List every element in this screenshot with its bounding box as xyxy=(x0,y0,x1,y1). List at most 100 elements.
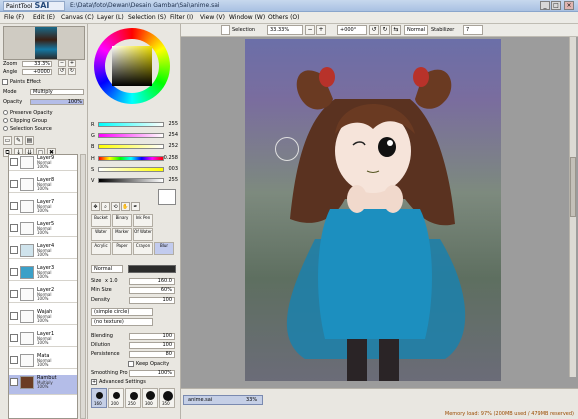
menu-view[interactable]: View (V) xyxy=(200,14,225,21)
eyedropper-icon[interactable]: ✒ xyxy=(131,202,140,211)
size-preset[interactable]: 350 xyxy=(159,388,175,408)
zoom-out-icon[interactable]: − xyxy=(305,25,315,35)
new-layer-icon[interactable]: ▭ xyxy=(3,136,12,145)
canvas-area[interactable] xyxy=(181,37,578,388)
canvas-vertical-scrollbar[interactable] xyxy=(569,37,576,377)
layer-item[interactable]: Layer7 Normal 100% xyxy=(9,199,77,215)
density-slider[interactable]: 100 xyxy=(129,297,175,304)
layer-mode-select[interactable]: Multiply xyxy=(30,89,84,95)
brush-paper[interactable]: Paper xyxy=(112,242,132,255)
move-icon[interactable]: ✥ xyxy=(91,202,100,211)
mode-select[interactable]: Normal xyxy=(404,25,428,35)
layer-opacity-slider[interactable]: 100% xyxy=(30,99,84,105)
color-wheel[interactable] xyxy=(94,28,170,104)
brush-texture-select[interactable]: (no texture) xyxy=(91,318,153,326)
eye-icon[interactable] xyxy=(10,202,18,210)
menu-edit[interactable]: Edit (E) xyxy=(33,14,55,21)
size-slider[interactable]: 160.0 xyxy=(129,278,175,285)
r-slider[interactable] xyxy=(98,122,164,127)
drawing-canvas[interactable] xyxy=(245,39,501,381)
layer-item[interactable]: Wajah Normal 100% xyxy=(9,309,77,325)
layer-item[interactable]: Layer2 Normal 100% xyxy=(9,287,77,303)
angle-right-icon[interactable]: ↻ xyxy=(68,68,76,75)
brush-ink-pen[interactable]: Ink Pen xyxy=(133,214,153,227)
layer-item[interactable]: Layer5 Normal 100% xyxy=(9,221,77,237)
eye-icon[interactable] xyxy=(10,378,18,386)
eye-icon[interactable] xyxy=(10,312,18,320)
smoothing-slider[interactable]: 100% xyxy=(129,370,175,377)
color-square[interactable] xyxy=(112,46,152,86)
new-folder-icon[interactable]: ▤ xyxy=(25,136,34,145)
menu-others[interactable]: Others (O) xyxy=(268,14,299,21)
close-button[interactable]: × xyxy=(564,1,574,10)
paints-effect-toggle[interactable] xyxy=(2,79,8,85)
layer-item[interactable]: Layer9 Normal 100% xyxy=(9,155,77,171)
rotate-select[interactable]: +000° xyxy=(337,25,367,35)
layer-item[interactable]: Layer8 Normal 100% xyxy=(9,177,77,193)
menu-selection[interactable]: Selection (S) xyxy=(128,14,166,21)
layer-item[interactable]: Mata Normal 100% xyxy=(9,353,77,369)
b-slider[interactable] xyxy=(98,144,164,149)
h-slider[interactable] xyxy=(98,156,164,161)
s-slider[interactable] xyxy=(98,167,164,172)
g-slider[interactable] xyxy=(98,133,164,138)
angle-left-icon[interactable]: ↺ xyxy=(58,68,66,75)
eye-icon[interactable] xyxy=(10,224,18,232)
zoom-icon[interactable]: ⌕ xyxy=(101,202,110,211)
stabilizer-select[interactable]: 7 xyxy=(463,25,483,35)
zoom-slider[interactable]: 33.3% xyxy=(22,61,52,67)
menu-window[interactable]: Window (W) xyxy=(229,14,265,21)
menu-layer[interactable]: Layer (L) xyxy=(97,14,124,21)
advanced-settings-toggle[interactable]: + xyxy=(91,379,97,385)
eye-icon[interactable] xyxy=(10,180,18,188)
size-preset[interactable]: 300 xyxy=(142,388,158,408)
eye-icon[interactable] xyxy=(10,334,18,342)
size-multiplier[interactable]: x 1.0 xyxy=(105,278,118,284)
rotate-right-icon[interactable]: ↻ xyxy=(380,25,390,35)
rotate-icon[interactable]: ⟲ xyxy=(111,202,120,211)
brush-marker[interactable]: Marker xyxy=(112,228,132,241)
brush-of-water[interactable]: Of Water xyxy=(133,228,153,241)
preserve-opacity-radio[interactable] xyxy=(3,110,8,115)
angle-slider[interactable]: +0000 xyxy=(22,69,52,75)
hand-icon[interactable]: ✋ xyxy=(121,202,130,211)
clipping-group-radio[interactable] xyxy=(3,118,8,123)
eye-icon[interactable] xyxy=(10,268,18,276)
keep-opacity-checkbox[interactable] xyxy=(128,361,134,367)
selection-checkbox[interactable] xyxy=(221,25,230,35)
size-preset[interactable]: 200 xyxy=(108,388,124,408)
brush-binary[interactable]: Binary xyxy=(112,214,132,227)
min-size-slider[interactable]: 60% xyxy=(129,287,175,294)
layer-item-selected[interactable]: Rambut Multiply 100% xyxy=(9,375,77,395)
menu-file[interactable]: File (F) xyxy=(4,14,24,21)
minimize-button[interactable]: _ xyxy=(540,1,550,10)
brush-water[interactable]: Water xyxy=(91,228,111,241)
rotate-left-icon[interactable]: ↺ xyxy=(369,25,379,35)
zoom-minus-icon[interactable]: − xyxy=(58,60,66,67)
menu-filter[interactable]: Filter (I) xyxy=(170,14,193,21)
navigator-thumbnail[interactable] xyxy=(3,26,85,60)
persistence-slider[interactable]: 80 xyxy=(129,351,175,358)
v-slider[interactable] xyxy=(98,178,164,183)
flip-icon[interactable]: ⇆ xyxy=(391,25,401,35)
brush-bucket[interactable]: Bucket xyxy=(91,214,111,227)
zoom-select[interactable]: 33.33% xyxy=(267,25,303,35)
menu-canvas[interactable]: Canvas (C) xyxy=(61,14,94,21)
eye-icon[interactable] xyxy=(10,246,18,254)
document-tab[interactable]: anime.sai 33% xyxy=(183,395,263,405)
eye-icon[interactable] xyxy=(10,290,18,298)
brush-blur[interactable]: Blur xyxy=(154,242,174,255)
layer-item[interactable]: Layer4 Normal 100% xyxy=(9,243,77,259)
zoom-plus-icon[interactable]: + xyxy=(68,60,76,67)
brush-acrylic[interactable]: Acrylic xyxy=(91,242,111,255)
eye-icon[interactable] xyxy=(10,158,18,166)
brush-crayon[interactable]: Crayon xyxy=(133,242,153,255)
maximize-button[interactable]: □ xyxy=(551,1,561,10)
layer-item[interactable]: Layer1 Normal 100% xyxy=(9,331,77,347)
brush-tip-shapes[interactable] xyxy=(128,265,176,273)
brush-mode-select[interactable]: Normal xyxy=(91,265,123,273)
selection-source-radio[interactable] xyxy=(3,126,8,131)
scroll-thumb[interactable] xyxy=(570,157,576,217)
new-linework-icon[interactable]: ✎ xyxy=(14,136,23,145)
layer-item[interactable]: Layer3 Normal 100% xyxy=(9,265,77,281)
